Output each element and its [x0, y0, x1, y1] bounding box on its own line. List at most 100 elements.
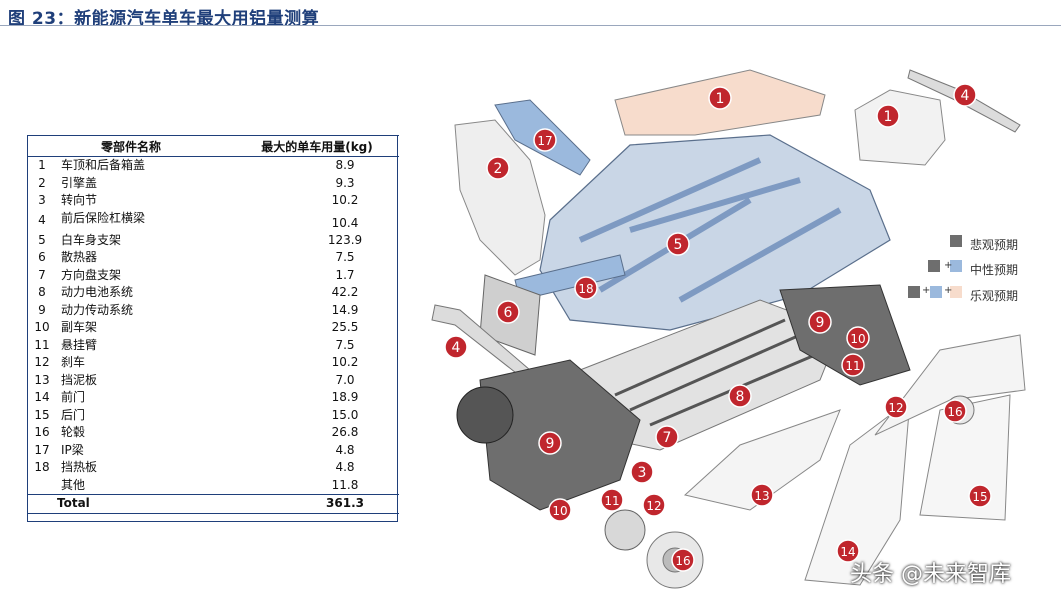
- part-name: 悬挂臂: [61, 337, 98, 352]
- title-divider: [0, 25, 1061, 26]
- legend-swatches: [908, 235, 962, 298]
- part-value: 25.5: [331, 320, 359, 335]
- part-marker: 16: [943, 399, 967, 423]
- table-row: 9 动力传动系统 14.9: [27, 302, 399, 320]
- row-number: 6: [38, 250, 46, 265]
- part-value: 10.4: [331, 215, 359, 230]
- table-row: 6 散热器 7.5: [27, 249, 399, 267]
- part-value: 1.7: [335, 267, 355, 282]
- part-marker: 13: [750, 483, 774, 507]
- legend-optimistic: 乐观预期: [970, 289, 1019, 303]
- table-row: 其他 11.8: [27, 477, 399, 495]
- table-row: 12 刹车 10.2: [27, 354, 399, 372]
- table-row: 7 方向盘支架 1.7: [27, 267, 399, 285]
- part-marker-label: 9: [816, 315, 825, 331]
- total-label: Total: [27, 494, 235, 514]
- header-part: 零部件名称: [27, 135, 235, 157]
- part-marker-label: 4: [452, 340, 461, 356]
- part-marker-label: 8: [736, 389, 745, 405]
- part-marker-label: 10: [850, 332, 865, 346]
- part-value: 10.2: [331, 193, 359, 208]
- part-value: 123.9: [327, 232, 363, 247]
- part-marker: 17: [533, 128, 557, 152]
- part-name: 轮毂: [61, 425, 86, 440]
- legend-pessimistic: 悲观预期: [970, 238, 1019, 252]
- row-number: 2: [38, 175, 46, 190]
- part-marker: 11: [841, 353, 865, 377]
- table-row: 16 轮毂 26.8: [27, 424, 399, 442]
- table-row: 15 后门 15.0: [27, 407, 399, 425]
- part-marker: 10: [846, 326, 870, 350]
- part-value: 18.9: [331, 390, 359, 405]
- part-marker: 4: [953, 83, 977, 107]
- row-number: 3: [38, 193, 46, 208]
- row-number: 12: [34, 355, 50, 370]
- part-marker-label: 1: [884, 109, 893, 125]
- part-marker-label: 5: [674, 237, 683, 253]
- part-value: 42.2: [331, 285, 359, 300]
- legend-plus-3: +: [944, 285, 953, 296]
- part-name: 前后保险杠横梁: [61, 210, 146, 225]
- header-value: 最大的单车用量(kg): [235, 135, 399, 157]
- row-number: 14: [34, 390, 50, 405]
- table-row: 4 前后保险杠横梁 10.4: [27, 210, 399, 232]
- row-number: 17: [34, 442, 50, 457]
- part-value: 8.9: [335, 158, 355, 173]
- part-name: 车顶和后备箱盖: [61, 158, 146, 173]
- part-marker: 10: [548, 498, 572, 522]
- part-marker-label: 9: [546, 436, 555, 452]
- part-value: 15.0: [331, 407, 359, 422]
- part-marker: 1: [708, 86, 732, 110]
- total-row: Total 361.3: [27, 494, 399, 514]
- part-name: 动力传动系统: [61, 302, 134, 317]
- part-name: 挡热板: [61, 460, 98, 475]
- part-value: 9.3: [335, 175, 355, 190]
- part-marker: 12: [642, 493, 666, 517]
- row-number: 1: [38, 158, 46, 173]
- part-name: 刹车: [61, 355, 86, 370]
- row-number: 15: [34, 407, 50, 422]
- part-marker-label: 12: [646, 499, 661, 513]
- table-row: 14 前门 18.9: [27, 389, 399, 407]
- part-marker: 4: [444, 335, 468, 359]
- trunk-lid: [854, 89, 946, 166]
- part-marker-label: 1: [716, 91, 725, 107]
- part-marker: 5: [666, 232, 690, 256]
- table-row: 5 白车身支架 123.9: [27, 232, 399, 250]
- part-name: 副车架: [61, 320, 98, 335]
- part-name: 转向节: [61, 193, 98, 208]
- part-marker: 2: [486, 156, 510, 180]
- part-value: 7.0: [335, 372, 355, 387]
- table-row: 3 转向节 10.2: [27, 192, 399, 210]
- part-marker: 16: [671, 548, 695, 572]
- part-value: 4.8: [335, 442, 355, 457]
- part-name: 前门: [61, 390, 86, 405]
- row-number: 8: [38, 285, 46, 300]
- part-marker-label: 3: [638, 465, 647, 481]
- legend-neutral: 中性预期: [970, 263, 1019, 277]
- part-name: 方向盘支架: [61, 267, 122, 282]
- brake-disc: [604, 509, 646, 551]
- part-value: 7.5: [335, 250, 355, 265]
- part-marker: 9: [808, 310, 832, 334]
- part-marker-label: 11: [604, 494, 619, 508]
- table-row: 11 悬挂臂 7.5: [27, 337, 399, 355]
- part-name: 动力电池系统: [61, 285, 134, 300]
- row-number: 5: [38, 232, 46, 247]
- part-name: 其他: [61, 477, 86, 492]
- part-marker: 9: [538, 431, 562, 455]
- row-number: 9: [38, 302, 46, 317]
- part-value: 7.5: [335, 337, 355, 352]
- legend-plus-2: +: [922, 285, 931, 296]
- part-marker-label: 10: [552, 504, 567, 518]
- part-marker-label: 4: [961, 88, 970, 104]
- part-marker: 12: [884, 395, 908, 419]
- part-name: IP梁: [61, 442, 84, 457]
- part-marker: 1: [876, 104, 900, 128]
- part-marker: 18: [574, 276, 598, 300]
- part-marker-label: 16: [947, 405, 962, 419]
- part-marker-label: 18: [578, 282, 593, 296]
- part-name: 散热器: [61, 250, 98, 265]
- part-name: 白车身支架: [61, 232, 122, 247]
- table-row: 18 挡热板 4.8: [27, 459, 399, 477]
